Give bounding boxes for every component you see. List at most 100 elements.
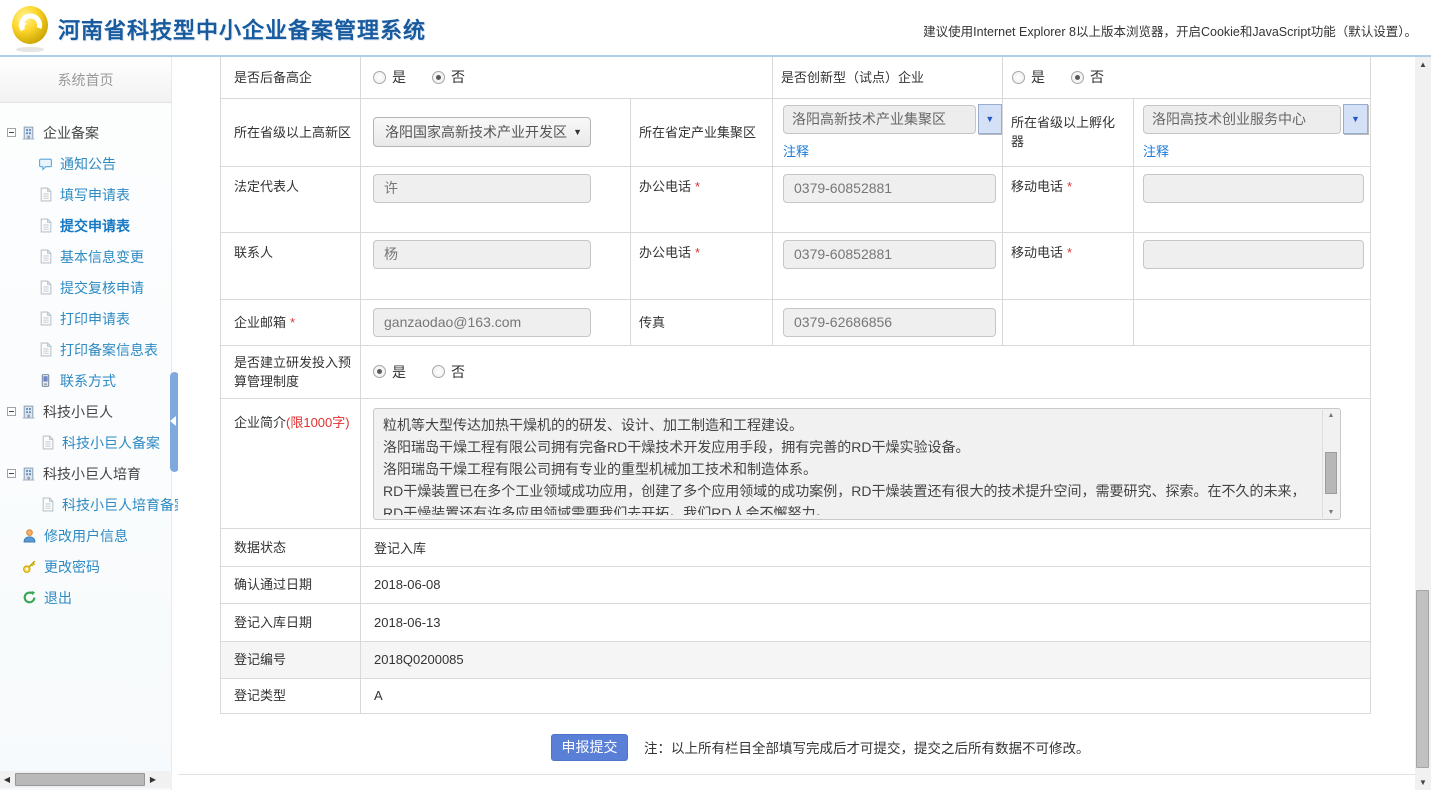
field-label: 所在省级以上高新区 xyxy=(221,98,361,166)
scroll-down-icon[interactable]: ▼ xyxy=(1323,509,1339,516)
field-label: 登记编号 xyxy=(221,641,361,678)
sidebar-home-header: 系统首页 xyxy=(0,57,171,103)
submit-button[interactable]: 申报提交 xyxy=(551,734,628,761)
sidebar: 系统首页 企业备案 通知公告 填写申请表 提交申请表 基本信息变更 xyxy=(0,57,172,790)
mobile-phone-input[interactable] xyxy=(1143,240,1364,269)
email-input[interactable] xyxy=(373,308,591,337)
scroll-up-icon[interactable]: ▲ xyxy=(1415,60,1431,69)
field-label: 确认通过日期 xyxy=(221,566,361,603)
document-icon xyxy=(40,435,55,450)
empty-cell xyxy=(1134,299,1371,345)
sidebar-item-logout[interactable]: 退出 xyxy=(0,582,171,613)
vertical-scrollbar[interactable]: ▲ ▼ xyxy=(1415,57,1431,790)
submit-note: 注：以上所有栏目全部填写完成后才可提交，提交之后所有数据不可修改。 xyxy=(644,737,1090,757)
empty-cell xyxy=(1003,299,1134,345)
field-label: 移动电话* xyxy=(1003,232,1134,299)
user-icon xyxy=(22,528,37,543)
document-icon xyxy=(38,342,53,357)
sidebar-item-edit-user-info[interactable]: 修改用户信息 xyxy=(0,520,171,551)
scrollbar-thumb[interactable] xyxy=(1416,590,1429,768)
radio-yes[interactable] xyxy=(373,71,386,84)
radio-no[interactable] xyxy=(432,71,445,84)
main-content: 是否后备高企 是 否 是否创新型（试点）企业 是 xyxy=(178,57,1415,790)
collapse-arrow-icon xyxy=(170,416,176,426)
document-icon xyxy=(38,187,53,202)
office-phone-input[interactable] xyxy=(783,240,996,269)
mobile-phone-input[interactable] xyxy=(1143,174,1364,203)
sidebar-item-print-application[interactable]: 打印申请表 xyxy=(0,303,171,334)
data-status-value: 登记入库 xyxy=(361,528,1371,566)
collapse-minus-icon[interactable] xyxy=(7,469,16,478)
sidebar-item-change-password[interactable]: 更改密码 xyxy=(0,551,171,582)
field-label: 数据状态 xyxy=(221,528,361,566)
document-icon xyxy=(40,497,55,512)
logout-icon xyxy=(22,590,37,605)
office-phone-input[interactable] xyxy=(783,174,996,203)
app-header: 河南省科技型中小企业备案管理系统 建议使用Internet Explorer 8… xyxy=(0,0,1431,57)
radio-no[interactable] xyxy=(432,365,445,378)
field-label: 是否建立研发投入预算管理制度 xyxy=(221,345,361,398)
app-logo-icon xyxy=(9,4,53,54)
building-icon xyxy=(21,404,36,419)
field-label: 是否后备高企 xyxy=(221,57,361,98)
fax-input[interactable] xyxy=(783,308,996,337)
radio-yes[interactable] xyxy=(373,365,386,378)
phone-icon xyxy=(38,373,53,388)
chevron-down-button[interactable]: ▼ xyxy=(1343,104,1368,134)
scroll-up-icon[interactable]: ▲ xyxy=(1323,412,1339,419)
contact-name-input[interactable] xyxy=(373,240,591,269)
chevron-down-icon: ▼ xyxy=(573,127,582,137)
sidebar-item-print-record-info[interactable]: 打印备案信息表 xyxy=(0,334,171,365)
sidebar-item-submit-review[interactable]: 提交复核申请 xyxy=(0,272,171,303)
sidebar-item-fill-application[interactable]: 填写申请表 xyxy=(0,179,171,210)
scroll-right-icon[interactable]: ▶ xyxy=(146,775,160,784)
field-label: 传真 xyxy=(631,299,773,345)
chevron-down-button[interactable]: ▼ xyxy=(978,104,1002,134)
legal-rep-input[interactable] xyxy=(373,174,591,203)
cluster-combobox[interactable]: 洛阳高新技术产业集聚区 ▼ xyxy=(783,104,1002,134)
document-icon xyxy=(38,218,53,233)
scrollbar-thumb[interactable] xyxy=(15,773,145,786)
register-no-value: 2018Q0200085 xyxy=(361,641,1371,678)
scrollbar-thumb[interactable] xyxy=(1325,452,1337,494)
scroll-left-icon[interactable]: ◀ xyxy=(0,775,14,784)
incubator-note-link[interactable]: 注释 xyxy=(1143,141,1169,160)
field-label: 所在省定产业集聚区 xyxy=(631,98,773,166)
sidebar-item-tech-giant[interactable]: 科技小巨人 xyxy=(0,396,171,427)
sidebar-item-notices[interactable]: 通知公告 xyxy=(0,148,171,179)
browser-recommendation-note: 建议使用Internet Explorer 8以上版本浏览器，开启Cookie和… xyxy=(923,21,1417,40)
sidebar-item-submit-application[interactable]: 提交申请表 xyxy=(0,210,171,241)
speech-bubble-icon xyxy=(38,156,53,171)
sidebar-horizontal-scrollbar[interactable]: ◀ ▶ xyxy=(0,771,172,788)
sidebar-item-enterprise-record[interactable]: 企业备案 xyxy=(0,117,171,148)
innovative-radio-group: 是 否 xyxy=(1012,67,1370,87)
radio-no[interactable] xyxy=(1071,71,1084,84)
field-label: 登记入库日期 xyxy=(221,603,361,641)
document-icon xyxy=(38,280,53,295)
collapse-minus-icon[interactable] xyxy=(7,407,16,416)
field-label: 企业邮箱* xyxy=(221,299,361,345)
confirm-date-value: 2018-06-08 xyxy=(361,566,1371,603)
collapse-minus-icon[interactable] xyxy=(7,128,16,137)
sidebar-nav: 企业备案 通知公告 填写申请表 提交申请表 基本信息变更 提交复核申请 xyxy=(0,103,171,613)
field-label: 办公电话* xyxy=(631,232,773,299)
divider xyxy=(178,774,1415,775)
textarea-scrollbar[interactable]: ▲ ▼ xyxy=(1322,410,1339,518)
incubator-combobox[interactable]: 洛阳高技术创业服务中心 ▼ xyxy=(1143,104,1370,134)
field-label: 所在省级以上孵化器 xyxy=(1003,98,1134,166)
sidebar-item-tech-giant-cultivation-record[interactable]: 科技小巨人培育备案 xyxy=(0,489,171,520)
sidebar-item-contact-method[interactable]: 联系方式 xyxy=(0,365,171,396)
sidebar-item-basic-info-change[interactable]: 基本信息变更 xyxy=(0,241,171,272)
field-label: 是否创新型（试点）企业 xyxy=(773,57,1003,98)
radio-yes[interactable] xyxy=(1012,71,1025,84)
chevron-down-icon: ▼ xyxy=(985,114,994,124)
hightech-zone-select[interactable]: 洛阳国家高新技术产业开发区 ▼ xyxy=(373,117,591,147)
company-profile-textarea[interactable]: 粒机等大型传达加热干燥机的的研发、设计、加工制造和工程建设。 洛阳瑞岛干燥工程有… xyxy=(373,408,1341,520)
cluster-note-link[interactable]: 注释 xyxy=(783,141,809,160)
scroll-down-icon[interactable]: ▼ xyxy=(1415,778,1431,787)
document-icon xyxy=(38,311,53,326)
field-label: 联系人 xyxy=(221,232,361,299)
sidebar-item-tech-giant-record[interactable]: 科技小巨人备案 xyxy=(0,427,171,458)
sidebar-item-tech-giant-cultivation[interactable]: 科技小巨人培育 xyxy=(0,458,171,489)
chevron-down-icon: ▼ xyxy=(1351,114,1360,124)
